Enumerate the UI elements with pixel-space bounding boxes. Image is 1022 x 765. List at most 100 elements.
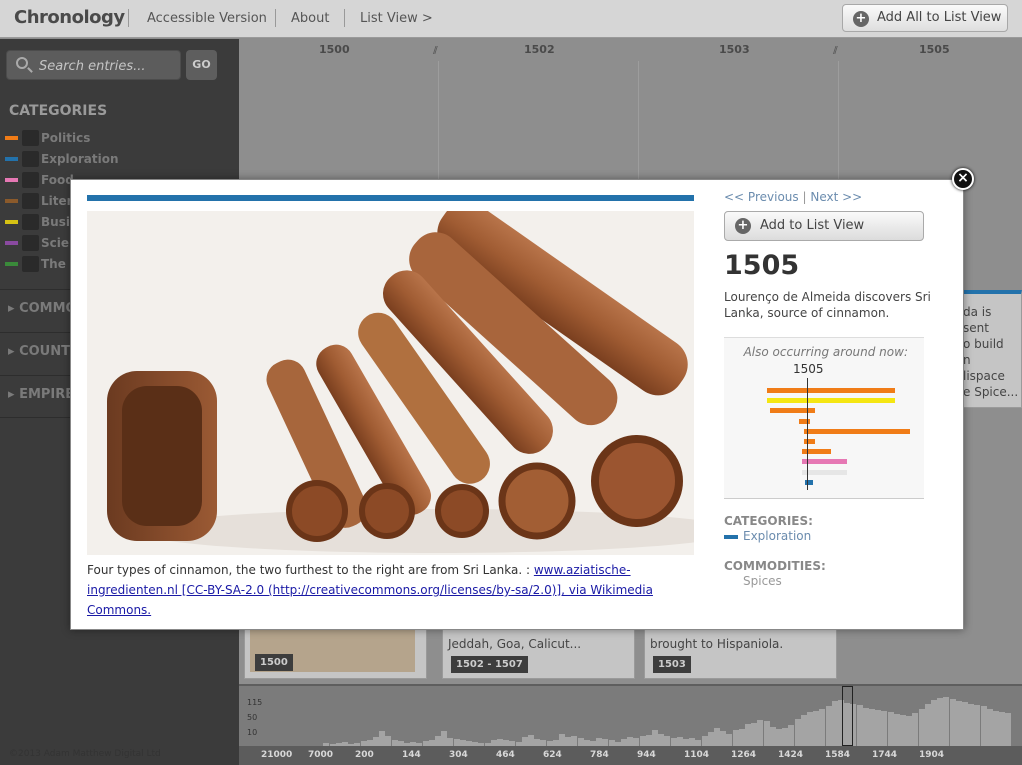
histogram-x-tick: 1264 <box>731 750 757 760</box>
event-year: 1505 <box>724 250 800 281</box>
add-to-list-button[interactable]: + Add to List View <box>724 211 924 241</box>
concurrent-event-bar[interactable] <box>803 439 815 444</box>
histogram-navigator[interactable]: 115 50 10 21000 7000 200 144 304 464 624 784 944… <box>239 684 1022 765</box>
histogram-bar <box>745 724 751 746</box>
histogram-bars <box>239 686 1022 746</box>
event-card-text: da is sent o build n lispace e Spice... <box>963 304 1021 400</box>
cinnamon-illustration <box>87 211 694 555</box>
histogram-bar <box>379 731 386 746</box>
histogram-x-tick: 21000 <box>261 750 293 760</box>
previous-link[interactable]: << Previous <box>724 190 799 204</box>
category-checkbox[interactable] <box>22 172 39 188</box>
plus-icon: + <box>735 218 751 234</box>
histogram-bar <box>670 738 677 746</box>
histogram-y-tick: 115 <box>247 698 263 707</box>
event-card[interactable]: Jeddah, Goa, Calicut... 1502 - 1507 <box>442 629 635 679</box>
histogram-bar <box>596 738 603 746</box>
concurrent-event-bar[interactable] <box>767 388 895 393</box>
histogram-selection-handle[interactable] <box>842 686 853 746</box>
histogram-bar <box>862 708 869 746</box>
concurrent-event-bar[interactable] <box>803 428 910 434</box>
category-checkbox[interactable] <box>22 151 39 167</box>
histogram-x-tick: 7000 <box>308 750 334 760</box>
close-icon[interactable]: × <box>952 168 974 190</box>
event-date-badge: 1502 - 1507 <box>451 656 528 673</box>
histogram-bar <box>621 739 627 746</box>
histogram-bar <box>875 710 882 746</box>
concurrent-event-bar[interactable] <box>770 408 815 414</box>
concurrent-event-bar[interactable] <box>799 418 811 424</box>
histogram-bar <box>683 739 689 746</box>
commodities-label: COMMODITIES: <box>724 559 826 573</box>
category-checkbox[interactable] <box>22 235 39 251</box>
add-all-to-list-button[interactable]: + Add All to List View <box>842 4 1008 32</box>
nav-divider <box>275 9 276 27</box>
histogram-y-tick: 50 <box>247 713 258 722</box>
event-card-line: e Spice... <box>963 385 1019 399</box>
category-checkbox[interactable] <box>22 193 39 209</box>
category-checkbox[interactable] <box>22 130 39 146</box>
also-occurring-year: 1505 <box>793 362 824 376</box>
histogram-bar <box>813 711 820 746</box>
nav-divider <box>128 9 129 27</box>
histogram-x-tick: 1424 <box>778 750 804 760</box>
histogram-bar <box>968 704 975 746</box>
histogram-bar <box>373 737 379 746</box>
search-input[interactable] <box>39 56 175 76</box>
event-description: Lourenço de Almeida discovers Sri Lanka,… <box>724 290 931 320</box>
commodity-value[interactable]: Spices <box>743 574 782 588</box>
histogram-bar <box>639 736 646 746</box>
event-card-line: da is sent <box>963 305 992 335</box>
category-checkbox[interactable] <box>22 214 39 230</box>
histogram-bar <box>912 713 919 746</box>
histogram-bar <box>658 734 665 746</box>
section-label: COUNT <box>19 344 70 359</box>
category-swatch <box>5 178 18 182</box>
histogram-bar <box>763 721 770 746</box>
histogram-bar <box>986 709 993 746</box>
histogram-bar <box>689 738 696 746</box>
concurrent-event-bar[interactable] <box>802 469 847 475</box>
category-swatch <box>5 199 18 203</box>
histogram-bar <box>800 715 807 746</box>
category-label: Food <box>41 173 74 187</box>
category-value[interactable]: Exploration <box>743 529 811 543</box>
histogram-bar <box>757 720 764 746</box>
nav-accessible-version[interactable]: Accessible Version <box>147 11 267 26</box>
histogram-bar <box>788 725 795 746</box>
category-swatch <box>5 220 18 224</box>
histogram-bar <box>577 738 584 746</box>
histogram-bar <box>565 737 572 746</box>
histogram-bar <box>571 736 578 746</box>
event-detail-modal: Four types of cinnamon, the two furthest… <box>70 179 964 630</box>
concurrent-event-bar[interactable] <box>802 459 847 465</box>
search-icon <box>16 57 28 69</box>
nav-list-view[interactable]: List View > <box>360 11 433 26</box>
add-all-label: Add All to List View <box>877 10 1002 25</box>
event-card[interactable]: 1500 <box>244 629 427 679</box>
search-box[interactable] <box>6 50 181 80</box>
histogram-bar <box>794 719 801 746</box>
histogram-bar <box>627 737 634 746</box>
histogram-x-tick: 944 <box>637 750 656 760</box>
cinnamon-sticks-photo <box>87 211 694 555</box>
app-logo[interactable]: Chronology <box>14 7 125 28</box>
search-go-button[interactable]: GO <box>186 50 217 80</box>
histogram-bar <box>751 723 758 746</box>
histogram-bar <box>893 714 900 746</box>
histogram-bar <box>931 700 937 746</box>
concurrent-event-bar[interactable] <box>767 398 895 404</box>
event-card[interactable]: brought to Hispaniola. 1503 <box>644 629 837 679</box>
next-link[interactable]: Next >> <box>810 190 862 204</box>
also-occurring-panel: Also occurring around now: 1505 <box>724 337 924 499</box>
event-date-badge: 1500 <box>255 654 293 671</box>
histogram-bar <box>769 727 776 746</box>
category-checkbox[interactable] <box>22 256 39 272</box>
category-color-bar <box>87 195 694 201</box>
histogram-y-tick: 10 <box>247 728 258 737</box>
nav-about[interactable]: About <box>291 11 329 26</box>
caption-text: Four types of cinnamon, the two furthest… <box>87 563 534 577</box>
event-card[interactable]: da is sent o build n lispace e Spice... <box>954 290 1022 408</box>
histogram-bar <box>453 739 460 746</box>
histogram-bar <box>993 711 999 746</box>
